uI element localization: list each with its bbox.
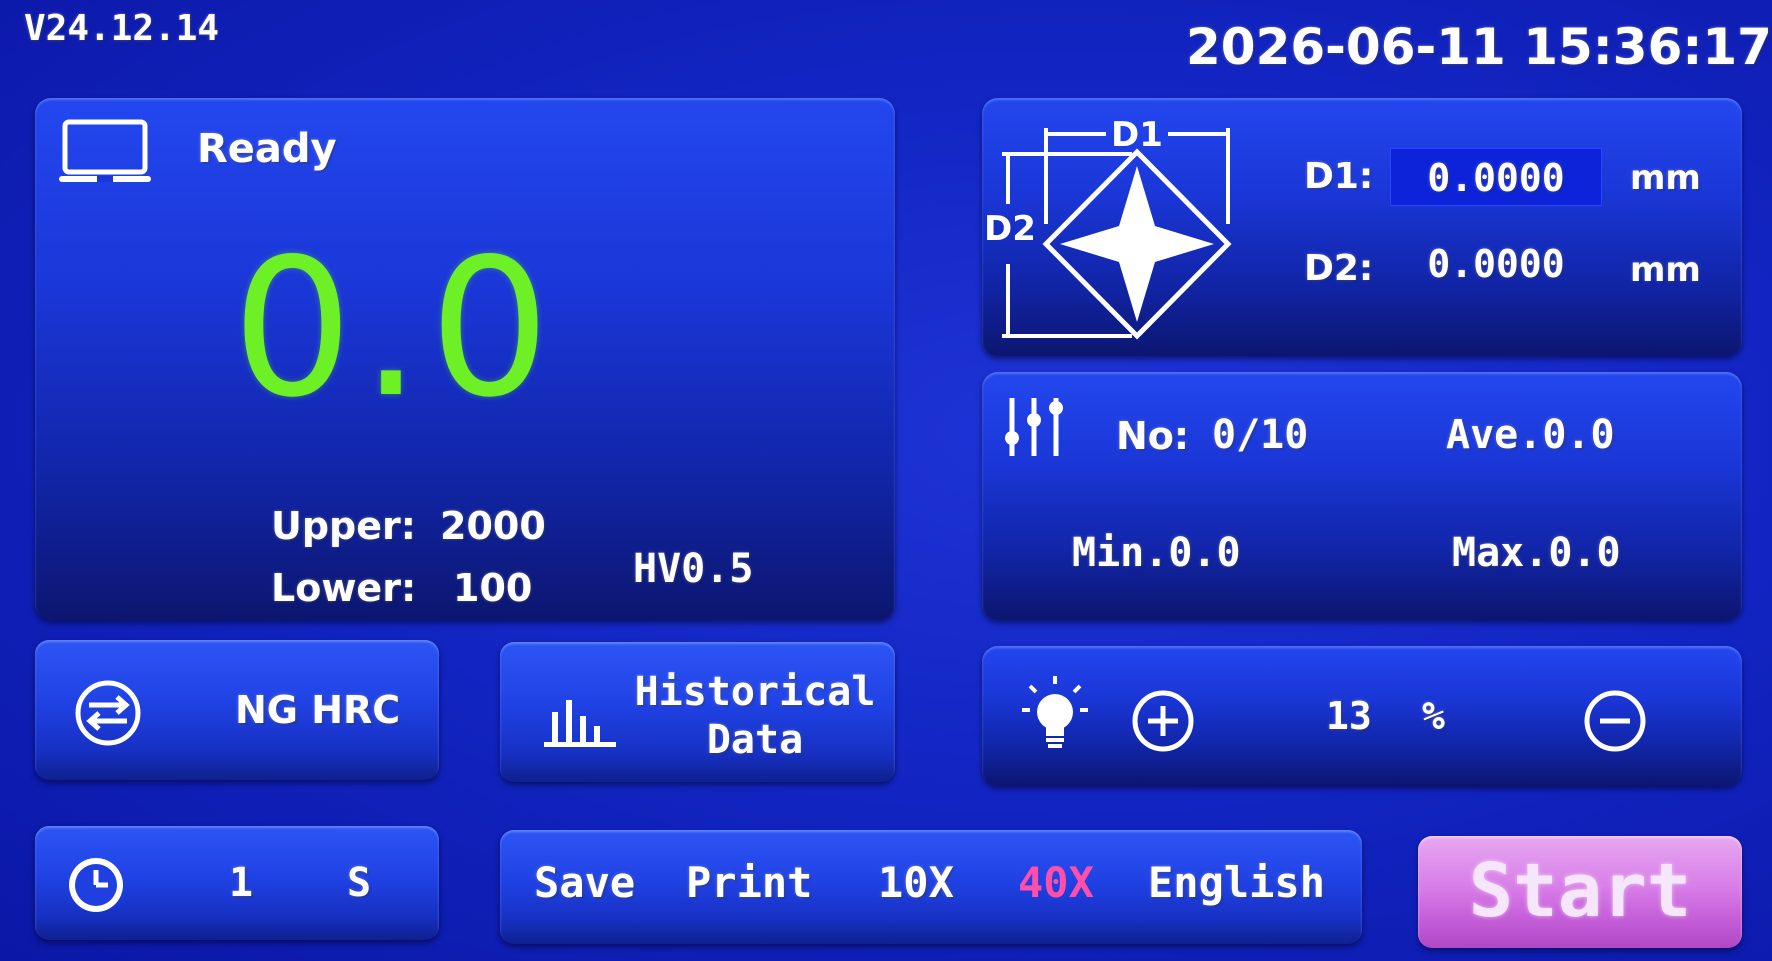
hardness-scale[interactable]: HV0.5 (633, 546, 753, 592)
save-button[interactable]: Save (534, 858, 635, 907)
minus-circle-icon[interactable] (1582, 688, 1648, 758)
brightness-unit: % (1422, 694, 1445, 738)
upper-limit-label: Upper: (271, 504, 416, 548)
indentation-diagram-icon: D1 D2 (982, 104, 1262, 358)
bulb-icon (1020, 674, 1090, 758)
version-label: V24.12.14 (24, 8, 220, 49)
d1-unit: mm (1630, 158, 1701, 198)
hardness-readout-panel: Ready 0.0 Upper: 2000 Lower: 100 HV0.5 (35, 98, 895, 620)
zoom-40x-button[interactable]: 40X (1018, 858, 1094, 907)
swap-icon (73, 678, 143, 752)
lower-limit-label: Lower: (271, 566, 417, 610)
datetime-label: 2026-06-11 15:36:17 (1186, 18, 1772, 76)
d2-label: D2: (1304, 248, 1374, 289)
statistics-panel[interactable]: No: 0/10 Ave.0.0 Min.0.0 Max.0.0 (982, 372, 1742, 620)
maximum-value: Max.0.0 (1452, 530, 1621, 576)
count-value: 0/10 (1212, 412, 1309, 458)
diagram-d2-label: D2 (984, 209, 1036, 249)
dwell-time-unit: S (347, 860, 372, 906)
dwell-time-value: 1 (229, 860, 254, 906)
sliders-icon (1002, 394, 1068, 464)
start-label: Start (1468, 848, 1692, 934)
d1-input[interactable]: 0.0000 (1390, 148, 1602, 206)
dwell-time-button[interactable]: 1 S (35, 826, 439, 940)
historical-data-label: Historical Data (634, 669, 876, 763)
start-button[interactable]: Start (1418, 836, 1742, 948)
toolbar: Save Print 10X 40X English (500, 830, 1362, 944)
bar-chart-icon (544, 698, 618, 752)
zoom-10x-button[interactable]: 10X (878, 858, 954, 907)
language-button[interactable]: English (1148, 858, 1325, 907)
lower-limit-value[interactable]: 100 (453, 566, 532, 610)
brightness-panel: 13 % (982, 646, 1742, 786)
brightness-value: 13 (1326, 694, 1372, 738)
historical-data-button[interactable]: Historical Data (500, 642, 895, 782)
status-label: Ready (197, 126, 337, 172)
d2-input[interactable]: 0.0000 (1390, 242, 1602, 286)
minimum-value: Min.0.0 (1072, 530, 1241, 576)
hardness-value: 0.0 (231, 218, 559, 439)
average-value: Ave.0.0 (1446, 412, 1615, 458)
d1-label: D1: (1304, 156, 1374, 197)
d2-unit: mm (1630, 250, 1701, 290)
monitor-icon (59, 118, 153, 194)
plus-circle-icon[interactable] (1130, 688, 1196, 758)
print-button[interactable]: Print (686, 858, 812, 907)
ng-hrc-label: NG HRC (235, 688, 401, 732)
count-label: No: (1116, 414, 1190, 458)
clock-icon (65, 854, 127, 920)
indent-dimension-panel: D1 D2 D1: 0.0000 mm D2: 0.0000 mm (982, 98, 1742, 356)
upper-limit-value[interactable]: 2000 (440, 504, 546, 548)
ng-hrc-button[interactable]: NG HRC (35, 640, 439, 780)
